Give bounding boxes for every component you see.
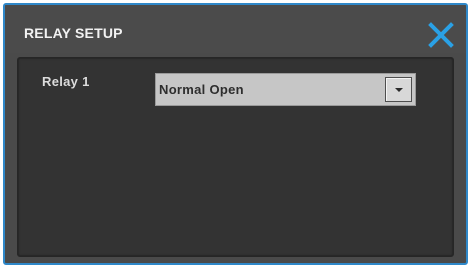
title-bar: RELAY SETUP	[5, 5, 466, 53]
chevron-down-icon	[395, 88, 403, 92]
close-icon	[428, 22, 454, 48]
relay-1-selected-value: Normal Open	[159, 82, 244, 97]
relay-setup-dialog: RELAY SETUP Relay 1 Normal Open	[3, 3, 468, 265]
dropdown-button[interactable]	[385, 77, 412, 102]
content-panel: Relay 1 Normal Open	[17, 57, 454, 257]
relay-1-label: Relay 1	[42, 74, 90, 89]
close-button[interactable]	[427, 21, 455, 49]
dialog-title: RELAY SETUP	[24, 25, 123, 41]
relay-1-select[interactable]: Normal Open	[155, 73, 416, 106]
